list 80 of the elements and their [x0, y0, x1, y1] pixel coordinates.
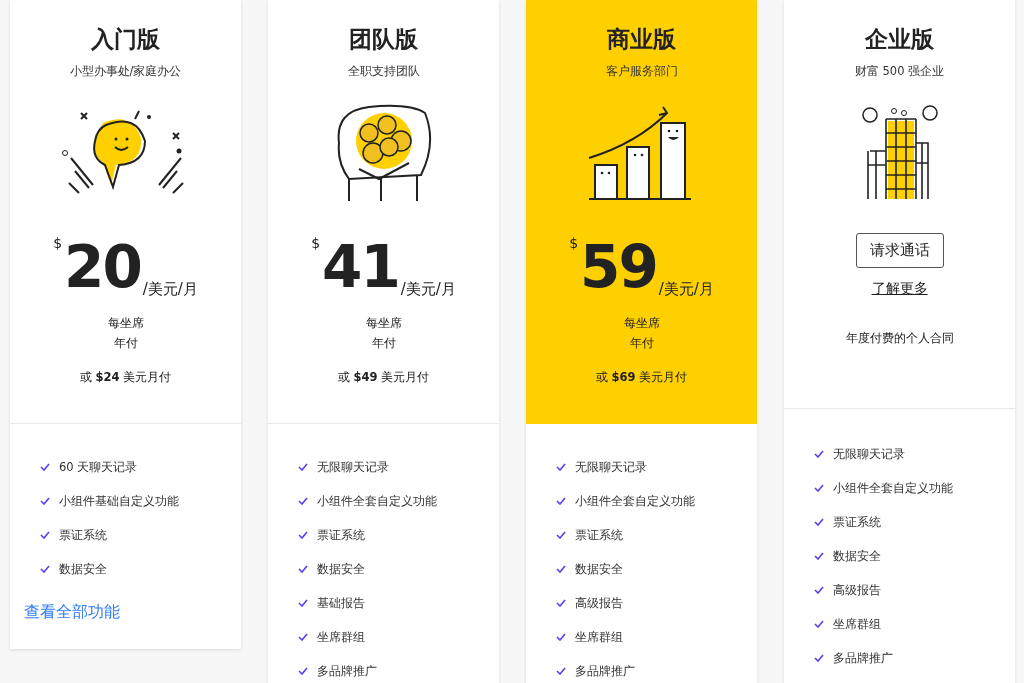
feature-text: 基础报告 [317, 595, 365, 611]
learn-more-link[interactable]: 了解更多 [871, 280, 928, 298]
view-all-features-link[interactable]: 查看全部功能 [24, 602, 241, 623]
feature-text: 坐席群组 [833, 616, 881, 632]
feature-text: 票证系统 [833, 514, 881, 530]
plan-subtitle: 财富 500 强企业 [854, 64, 945, 79]
plan-name: 商业版 [607, 25, 676, 54]
check-icon [814, 450, 824, 458]
plan-name: 企业版 [865, 25, 934, 54]
check-icon [298, 463, 308, 471]
plan-name: 团队版 [349, 25, 418, 54]
currency-sign: $ [569, 235, 579, 251]
feature-text: 数据安全 [575, 561, 623, 577]
feature-text: 高级报告 [575, 595, 623, 611]
check-icon [556, 463, 566, 471]
check-icon [298, 531, 308, 539]
feature-text: 多品牌推广 [833, 650, 893, 666]
feature-text: 无限聊天记录 [317, 459, 389, 475]
price-unit: /美元/月 [142, 280, 198, 299]
feature-text: 小组件全套自定义功能 [575, 493, 695, 509]
check-icon [556, 667, 566, 675]
feature-text: 高级报告 [833, 582, 881, 598]
check-icon [556, 565, 566, 573]
check-icon [814, 586, 824, 594]
feature-text: 小组件基础自定义功能 [59, 493, 179, 509]
check-icon [40, 565, 50, 573]
feature-text: 坐席群组 [317, 629, 365, 645]
check-icon [556, 633, 566, 641]
feature-text: 数据安全 [59, 561, 107, 577]
check-icon [40, 463, 50, 471]
check-icon [556, 599, 566, 607]
feature-text: 票证系统 [575, 527, 623, 543]
feature-text: 数据安全 [833, 548, 881, 564]
check-icon [814, 484, 824, 492]
feature-text: 票证系统 [59, 527, 107, 543]
price-unit: /美元/月 [658, 280, 714, 299]
feature-text: 60 天聊天记录 [59, 459, 138, 475]
currency-sign: $ [53, 235, 63, 251]
feature-text: 无限聊天记录 [833, 446, 905, 462]
billing-label: 年付 [113, 335, 138, 352]
billing-label: 年付 [629, 335, 654, 352]
monthly-price: 或 $24 美元月付 [79, 369, 172, 386]
plan-subtitle: 客户服务部门 [605, 64, 678, 79]
seat-label: 每坐席 [365, 315, 402, 332]
plan-subtitle: 小型办事处/家庭办公 [69, 64, 182, 79]
feature-text: 多品牌推广 [317, 663, 377, 679]
check-icon [556, 531, 566, 539]
seat-label: 每坐席 [623, 315, 660, 332]
price-amount: 20 [64, 239, 141, 295]
check-icon [814, 620, 824, 628]
check-icon [814, 518, 824, 526]
check-icon [814, 552, 824, 560]
check-icon [298, 497, 308, 505]
feature-text: 票证系统 [317, 527, 365, 543]
check-icon [814, 654, 824, 662]
request-call-button[interactable]: 请求通话 [855, 233, 944, 268]
price-unit: /美元/月 [400, 280, 456, 299]
plan-subtitle: 全职支持团队 [347, 64, 420, 79]
price-amount: 41 [322, 239, 399, 295]
price-amount: 59 [580, 239, 657, 295]
currency-sign: $ [311, 235, 321, 251]
check-icon [298, 599, 308, 607]
feature-text: 小组件全套自定义功能 [833, 480, 953, 496]
check-icon [298, 565, 308, 573]
check-icon [40, 497, 50, 505]
seat-label: 每坐席 [107, 315, 144, 332]
feature-text: 多品牌推广 [575, 663, 635, 679]
feature-text: 小组件全套自定义功能 [317, 493, 437, 509]
check-icon [298, 667, 308, 675]
feature-text: 坐席群组 [575, 629, 623, 645]
feature-text: 数据安全 [317, 561, 365, 577]
feature-text: 无限聊天记录 [575, 459, 647, 475]
billing-label: 年付 [371, 335, 396, 352]
monthly-price: 或 $69 美元月付 [595, 369, 688, 386]
contract-note: 年度付费的个人合同 [845, 330, 954, 347]
check-icon [298, 633, 308, 641]
check-icon [556, 497, 566, 505]
check-icon [40, 531, 50, 539]
plan-name: 入门版 [91, 25, 160, 54]
monthly-price: 或 $49 美元月付 [337, 369, 430, 386]
